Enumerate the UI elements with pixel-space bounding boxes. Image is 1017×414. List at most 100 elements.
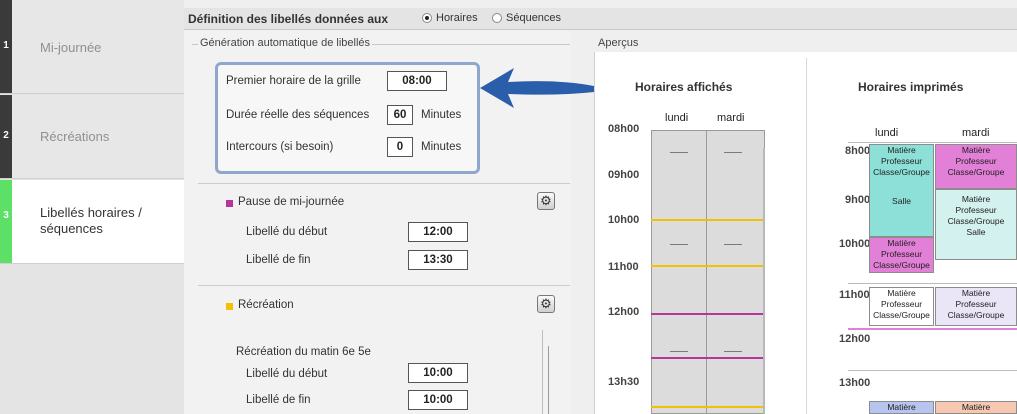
grid-line — [848, 142, 1017, 143]
intercours-unit: Minutes — [421, 141, 462, 153]
definition-title: Définition des libellés données aux — [188, 12, 389, 26]
gear-icon[interactable]: ⚙ — [537, 192, 555, 210]
preview-separator — [806, 58, 807, 414]
step-label: Mi-journée — [40, 40, 102, 55]
cell-classe: Classe/Groupe — [947, 216, 1005, 226]
cell-professeur: Professeur — [955, 205, 997, 215]
day-header-lundi: lundi — [665, 112, 689, 124]
duree-label: Durée réelle des séquences — [226, 109, 370, 121]
cell-salle: Salle — [892, 196, 911, 206]
time-label: 11h00 — [839, 289, 870, 301]
recreation-section: Récréation ⚙ Récréation du matin 6e 5e L… — [198, 285, 570, 414]
course-cell[interactable]: Matière Professeur Classe/Groupe — [869, 287, 934, 326]
step-label-line2: séquences — [40, 221, 103, 236]
radio-horaires[interactable]: Horaires — [422, 12, 478, 24]
slot-marker — [670, 351, 688, 352]
cell-matiere: Matière — [887, 288, 916, 298]
course-cell[interactable]: Matière — [935, 401, 1017, 414]
intercours-input[interactable]: 0 — [387, 137, 413, 157]
slot-marker — [724, 244, 742, 245]
grid-line — [848, 370, 1017, 371]
cell-professeur: Professeur — [880, 156, 923, 166]
radio-label: Séquences — [506, 12, 562, 24]
horaires-affiches-title: Horaires affichés — [635, 80, 733, 94]
cell-professeur: Professeur — [955, 299, 997, 309]
pause-fin-input[interactable]: 13:30 — [408, 250, 468, 270]
intercours-label: Intercours (si besoin) — [226, 141, 334, 153]
pause-line — [651, 357, 765, 359]
course-cell[interactable]: Matière Professeur Classe/Groupe — [869, 237, 934, 273]
recreation-fin-label: Libellé de fin — [246, 394, 311, 406]
time-label: 9h00 — [845, 194, 871, 206]
course-cell[interactable]: Matière Professeur Classe/Groupe — [935, 144, 1017, 189]
recreation-line — [651, 265, 765, 267]
course-cell[interactable]: Matière Professeur Classe/Groupe — [935, 287, 1017, 326]
cell-matiere: Matière — [961, 288, 991, 298]
recreation-line — [651, 219, 765, 221]
preview-scrollbar[interactable] — [763, 148, 765, 414]
slot-marker — [670, 152, 688, 153]
pause-debut-label: Libellé du début — [246, 226, 328, 238]
time-label: 12h00 — [839, 333, 871, 345]
cell-professeur: Professeur — [880, 249, 923, 259]
day-header-mardi: mardi — [962, 127, 990, 139]
slot-marker — [724, 351, 742, 352]
cell-matiere: Matière — [887, 402, 916, 412]
time-label: 13h30 — [608, 376, 640, 388]
time-label: 11h00 — [608, 261, 639, 273]
slot-marker — [724, 152, 742, 153]
course-cell[interactable]: Salle — [869, 190, 934, 237]
step-mi-journee[interactable]: 1 Mi-journée — [0, 0, 184, 94]
cell-classe: Classe/Groupe — [947, 167, 1005, 177]
recreation-fin-input[interactable]: 10:00 — [408, 390, 468, 410]
premier-horaire-input[interactable]: 08:00 — [387, 71, 447, 91]
step-number: 1 — [0, 0, 12, 93]
cell-matiere: Matière — [961, 402, 991, 412]
cell-professeur: Professeur — [880, 299, 923, 309]
step-label: Récréations — [40, 129, 110, 144]
recreation-debut-input[interactable]: 10:00 — [408, 363, 468, 383]
recreation-title: Récréation — [238, 299, 294, 311]
step-libelles-horaires[interactable]: 3 Libellés horaires / séquences — [0, 180, 184, 264]
label-definition-bar: Définition des libellés données aux Hora… — [184, 8, 1017, 30]
step-recreations[interactable]: 2 Récréations — [0, 95, 184, 179]
pause-fin-label: Libellé de fin — [246, 254, 311, 266]
pause-section: Pause de mi-journée ⚙ Libellé du début 1… — [198, 183, 570, 280]
gear-icon[interactable]: ⚙ — [537, 295, 555, 313]
pause-line — [651, 313, 765, 315]
arrow-icon — [480, 68, 594, 108]
time-label: 08h00 — [608, 123, 640, 135]
time-label: 09h00 — [608, 169, 640, 181]
course-cell[interactable]: Matière Professeur Classe/Groupe — [869, 144, 934, 191]
recreation-sub-label: Récréation du matin 6e 5e — [236, 346, 371, 358]
course-cell[interactable]: Matière Professeur Classe/Groupe Salle — [935, 189, 1017, 260]
step-number: 2 — [0, 95, 12, 178]
cell-classe: Classe/Groupe — [873, 310, 930, 320]
radio-sequences[interactable]: Séquences — [492, 12, 561, 24]
panel-scrollbar[interactable] — [542, 330, 552, 414]
recreation-marker-icon — [226, 303, 233, 310]
step-label-line1: Libellés horaires / — [40, 205, 142, 220]
course-cell[interactable]: Matière — [869, 401, 934, 414]
horaires-imprimes-title: Horaires imprimés — [858, 80, 964, 94]
cell-matiere: Matière — [887, 238, 916, 248]
time-label: 12h00 — [608, 306, 640, 318]
cell-matiere: Matière — [961, 194, 991, 204]
cell-classe: Classe/Groupe — [873, 260, 930, 270]
duree-input[interactable]: 60 — [387, 105, 413, 125]
cell-professeur: Professeur — [955, 156, 997, 166]
day-header-mardi: mardi — [717, 112, 745, 124]
cell-matiere: Matière — [961, 145, 991, 155]
cell-classe: Classe/Groupe — [873, 167, 930, 177]
pause-debut-input[interactable]: 12:00 — [408, 222, 468, 242]
generation-title: Génération automatique de libellés — [198, 37, 373, 49]
pause-line — [848, 328, 1017, 330]
recreation-debut-label: Libellé du début — [246, 368, 328, 380]
time-label: 8h00 — [845, 145, 871, 157]
slot-marker — [670, 244, 688, 245]
radio-selected-icon — [422, 13, 432, 23]
time-label: 10h00 — [608, 214, 640, 226]
time-label: 13h00 — [839, 377, 871, 389]
recreation-line — [651, 406, 765, 408]
displayed-schedule-grid — [651, 130, 765, 414]
